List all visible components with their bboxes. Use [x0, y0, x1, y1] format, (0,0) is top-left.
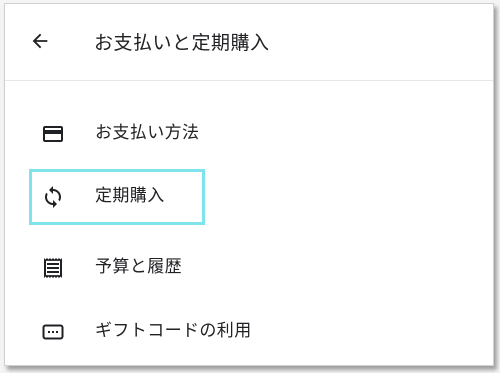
- menu-item-label: ギフトコードの利用: [95, 321, 252, 341]
- menu-item-payment-methods[interactable]: お支払い方法: [29, 106, 205, 162]
- menu-item-subscriptions[interactable]: 定期購入: [29, 169, 205, 225]
- menu-item-budget-history[interactable]: 予算と履歴: [29, 240, 205, 296]
- arrow-left-icon: [32, 33, 48, 49]
- back-button[interactable]: [27, 28, 53, 54]
- menu-item-label: 予算と履歴: [95, 257, 182, 277]
- menu-item-label: 定期購入: [95, 186, 165, 206]
- receipt-icon: [41, 256, 65, 280]
- page-title: お支払いと定期購入: [94, 32, 270, 54]
- menu-item-label: お支払い方法: [95, 123, 200, 143]
- redeem-code-icon: [41, 320, 65, 344]
- payments-subscriptions-screen: お支払いと定期購入 お支払い方法 定期購入 予算と履歴 ギフトコードの利用: [4, 3, 494, 366]
- credit-card-icon: [41, 122, 65, 146]
- top-app-bar: お支払いと定期購入: [5, 4, 493, 81]
- sync-icon: [41, 185, 65, 209]
- menu-item-redeem-gift-code[interactable]: ギフトコードの利用: [29, 304, 251, 360]
